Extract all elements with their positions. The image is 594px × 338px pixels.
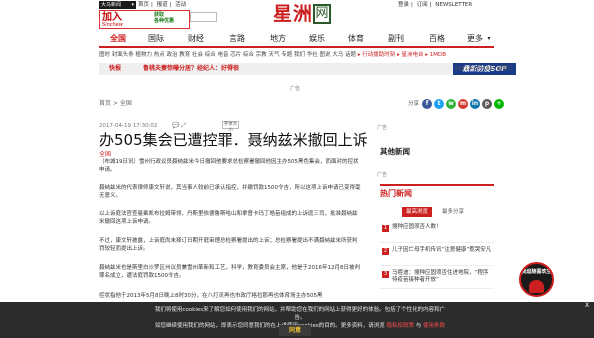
article-paragraph: 控状指他于2013年5月8日晚上8时30分，在八打灵再也市政厅格拉那再也体育场主… bbox=[99, 293, 323, 299]
tab-most-shared[interactable]: 最多分享 bbox=[438, 207, 468, 217]
facebook-icon[interactable]: f bbox=[422, 99, 432, 109]
hot-news-item[interactable]: 2 儿子因亡母手机传讯“注意健康”惹哭安凡 bbox=[380, 246, 494, 266]
print-icon[interactable]: p bbox=[482, 99, 492, 109]
nav-item-supplement[interactable]: 副刊 bbox=[385, 33, 407, 45]
hot-news-title-text: 马睦迪：搜种应固须否住进地院，“程序待疫苗接种者开放” bbox=[392, 270, 489, 283]
nav-item-sports[interactable]: 体育 bbox=[345, 33, 367, 45]
join-promo-banner[interactable]: 加入 Sinchew 获取 各种优惠 bbox=[99, 10, 190, 29]
hot-news-panel: 热门新闻 最高浏览 最多分享 1 搜种应固须否人数！ 2 儿子因亡母手机传讯“注… bbox=[380, 184, 494, 300]
hot-news-item[interactable]: 3 马睦迪：搜种应固须否住进地院，“程序待疫苗接种者开放” bbox=[380, 269, 494, 289]
search-input[interactable] bbox=[190, 12, 217, 22]
top-links: 首页 | 报道 | 活动 bbox=[138, 2, 187, 8]
breadcrumb[interactable]: 首页 > 全国 bbox=[99, 100, 132, 108]
login-link[interactable]: 登录 bbox=[398, 2, 409, 8]
hot-news-title-text: 儿子因亡母手机传讯“注意健康”惹哭安凡 bbox=[392, 247, 492, 253]
promo-brand-text: Sinchew bbox=[102, 22, 123, 28]
logo-mark: 网 bbox=[313, 4, 331, 24]
linkedin-icon[interactable]: in bbox=[470, 99, 480, 109]
article-paragraph: （布城19日讯）雪州行政议员聂纳兹米今日撤回他要求总检察署撤回他因主办505黑色… bbox=[99, 159, 359, 173]
more-share-icon[interactable]: + bbox=[494, 99, 504, 109]
top-link-events[interactable]: 活动 bbox=[175, 2, 186, 8]
nav-item-baige[interactable]: 百格 bbox=[426, 33, 448, 45]
article-headline: 办505集会已遭控罪．聂纳兹米撤回上诉 bbox=[99, 131, 368, 149]
font-size-button[interactable]: 字体大小 bbox=[222, 121, 239, 133]
terms-link[interactable]: 使用条款 bbox=[423, 323, 445, 329]
cookie-accept-button[interactable]: 同意 bbox=[279, 325, 311, 336]
floating-promo-badge[interactable]: 我追随喜欢生 bbox=[519, 262, 554, 297]
cookie-consent-bar: 我们将使用cookies来了解您如何使用我们的网站，并帮助您在我们的网站上获得更… bbox=[0, 302, 594, 338]
hot-news-title-text: 搜种应固须否人数！ bbox=[392, 224, 442, 230]
user-links: 登录 | 订阅 | NEWSLETTER bbox=[398, 2, 473, 8]
nav-item-more[interactable]: 更多 bbox=[464, 33, 486, 45]
nav-item-finance[interactable]: 财经 bbox=[185, 33, 207, 45]
ticker-headline[interactable]: 鲁桃夫妻惊曝分居？经纪人：好得很 bbox=[143, 63, 239, 75]
top-link-reports[interactable]: 报道 bbox=[157, 2, 168, 8]
top-link-home[interactable]: 首页 bbox=[138, 2, 149, 8]
logo-text: 星洲 bbox=[273, 3, 314, 25]
article-paragraph: 以上诉庭法官查曼乘凯布拉姆带领，丹斯里依德鲁斯哈山和拿督卡玛丁皓苗组成的上诉庭三… bbox=[99, 211, 358, 225]
chevron-down-icon[interactable]: ▾ bbox=[485, 33, 493, 45]
privacy-policy-link[interactable]: 隐私权政策 bbox=[386, 323, 414, 329]
other-news-title[interactable]: 其他新闻 bbox=[380, 147, 410, 157]
article-paragraph: 聂纳兹米也是斯里白沙罗区州议员兼雪州革新和工艺，科学，教育委员会主席，他是于20… bbox=[99, 265, 360, 279]
nav-item-local[interactable]: 地方 bbox=[267, 33, 289, 45]
article-paragraph: 聂纳兹米的代表律师康文轩说，其当事人较前已承认指控，并缴罚款1500令吉，所以这… bbox=[99, 185, 361, 199]
promo-offer-text: 获取 各种优惠 bbox=[154, 12, 175, 24]
ad-label-sidebar-2: 广告 bbox=[377, 172, 388, 178]
top-bar: 大马新闻 首页| 报道| 活动 加入 Sinchew 获取 各种优惠 星洲 网 … bbox=[0, 0, 594, 30]
comment-icon[interactable]: 💬 ⤢ bbox=[172, 122, 186, 130]
whatsapp-icon[interactable]: w bbox=[446, 99, 456, 109]
ticker-label: 快报 bbox=[109, 65, 122, 72]
subscribe-link[interactable]: 订阅 bbox=[417, 2, 428, 8]
badge-text: 我追随喜欢生 bbox=[521, 269, 552, 275]
mail-icon[interactable]: m bbox=[458, 99, 468, 109]
twitter-icon[interactable]: t bbox=[434, 99, 444, 109]
sub-nav-links[interactable]: 图时 封面头条 植物力 热点 政治 教育 社会 综合 电音 芯片 综合 宗教 天… bbox=[99, 52, 356, 58]
nav-item-international[interactable]: 国际 bbox=[145, 33, 167, 45]
article-paragraph: 不过，康文轩披露，上诉庭尚未择订日期开庭审理总检察署提出的上诉；总检察署提出不满… bbox=[99, 238, 358, 252]
hot-news-item[interactable]: 1 搜种应固须否人数！ bbox=[380, 223, 494, 243]
share-label: 分享 bbox=[408, 101, 420, 107]
ad-label-top: 广告 bbox=[290, 86, 301, 92]
site-logo[interactable]: 星洲 网 bbox=[273, 2, 333, 28]
tab-most-viewed[interactable]: 最高浏览 bbox=[402, 207, 432, 217]
newsletter-link[interactable]: NEWSLETTER bbox=[435, 2, 472, 8]
close-icon[interactable]: X bbox=[585, 302, 589, 310]
hot-rank-badge: 3 bbox=[382, 271, 389, 278]
nav-item-opinion[interactable]: 言路 bbox=[226, 33, 248, 45]
breaking-news-ticker: 快报 鲁桃夫妻惊曝分居？经纪人：好得很 最新防疫SOP bbox=[99, 63, 516, 75]
edition-select[interactable]: 大马新闻 bbox=[99, 1, 136, 9]
current-date: 2021年6月16日 星期三 bbox=[454, 66, 514, 72]
hot-rank-badge: 2 bbox=[382, 248, 389, 255]
main-nav: 全国 国际 财经 言路 地方 娱乐 体育 副刊 百格 更多 ▾ bbox=[99, 31, 494, 48]
hot-news-title: 热门新闻 bbox=[380, 189, 412, 198]
sub-nav: 图时 封面头条 植物力 热点 政治 教育 社会 综合 电音 芯片 综合 宗教 天… bbox=[99, 49, 494, 62]
article-category[interactable]: 全国 bbox=[99, 151, 111, 158]
hot-rank-badge: 1 bbox=[382, 225, 389, 232]
ad-label-sidebar: 广告 bbox=[377, 125, 388, 131]
badge-figure-icon bbox=[529, 280, 544, 293]
nav-item-entertainment[interactable]: 娱乐 bbox=[306, 33, 328, 45]
sub-nav-highlight[interactable]: ▸ 行动援助时刻 ▸ 星洲电台 ▸ 1MDB bbox=[358, 52, 446, 58]
nav-item-national[interactable]: 全国 bbox=[107, 33, 129, 45]
article-timestamp: 2017-04-19 17:30:02 bbox=[99, 123, 158, 129]
